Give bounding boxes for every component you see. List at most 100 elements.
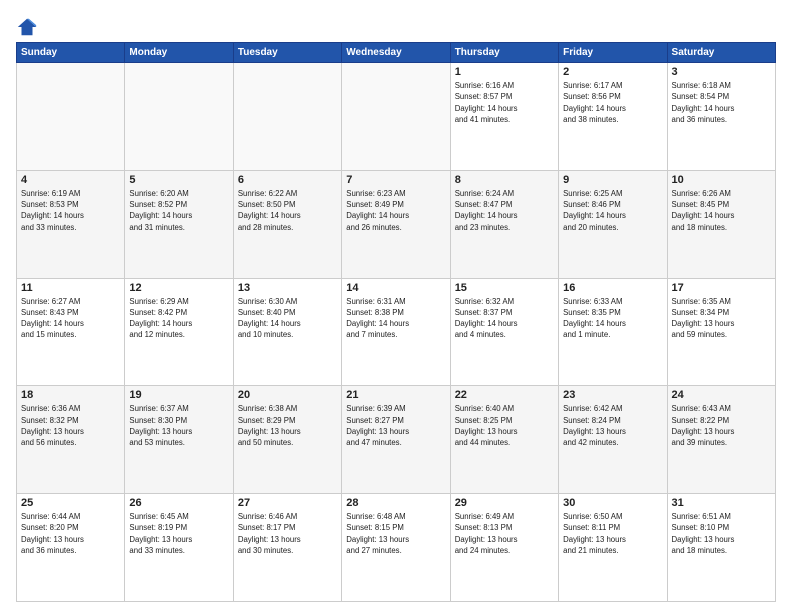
day-info: Sunrise: 6:45 AM Sunset: 8:19 PM Dayligh… bbox=[129, 511, 228, 556]
calendar-week-1: 1 Sunrise: 6:16 AM Sunset: 8:57 PM Daylig… bbox=[17, 63, 776, 171]
day-info: Sunrise: 6:27 AM Sunset: 8:43 PM Dayligh… bbox=[21, 296, 120, 341]
day-number: 12 bbox=[129, 282, 228, 294]
calendar-cell: 16 Sunrise: 6:33 AM Sunset: 8:35 PM Dayli… bbox=[559, 278, 667, 386]
day-info: Sunrise: 6:30 AM Sunset: 8:40 PM Dayligh… bbox=[238, 296, 337, 341]
calendar-cell: 5 Sunrise: 6:20 AM Sunset: 8:52 PM Daylig… bbox=[125, 170, 233, 278]
day-info: Sunrise: 6:24 AM Sunset: 8:47 PM Dayligh… bbox=[455, 188, 554, 233]
day-info: Sunrise: 6:16 AM Sunset: 8:57 PM Dayligh… bbox=[455, 80, 554, 125]
calendar-cell: 21 Sunrise: 6:39 AM Sunset: 8:27 PM Dayli… bbox=[342, 386, 450, 494]
calendar-cell: 7Sunrise: 6:23 AM Sunset: 8:49 PM Daylig… bbox=[342, 170, 450, 278]
calendar-cell: 20Sunrise: 6:38 AM Sunset: 8:29 PM Dayli… bbox=[233, 386, 341, 494]
calendar-week-3: 11 Sunrise: 6:27 AM Sunset: 8:43 PM Dayli… bbox=[17, 278, 776, 386]
day-number: 14 bbox=[346, 282, 445, 294]
calendar-header-sunday: Sunday bbox=[17, 43, 125, 63]
day-info: Sunrise: 6:51 AM Sunset: 8:10 PM Dayligh… bbox=[672, 511, 771, 556]
calendar-cell: 23 Sunrise: 6:42 AM Sunset: 8:24 PM Dayli… bbox=[559, 386, 667, 494]
day-info: Sunrise: 6:22 AM Sunset: 8:50 PM Dayligh… bbox=[238, 188, 337, 233]
day-number: 5 bbox=[129, 174, 228, 186]
day-number: 3 bbox=[672, 66, 771, 78]
day-info: Sunrise: 6:42 AM Sunset: 8:24 PM Dayligh… bbox=[563, 403, 662, 448]
calendar-header-tuesday: Tuesday bbox=[233, 43, 341, 63]
day-number: 4 bbox=[21, 174, 120, 186]
day-number: 19 bbox=[129, 389, 228, 401]
calendar-cell: 12Sunrise: 6:29 AM Sunset: 8:42 PM Dayli… bbox=[125, 278, 233, 386]
calendar-cell bbox=[342, 63, 450, 171]
calendar-cell: 24 Sunrise: 6:43 AM Sunset: 8:22 PM Dayli… bbox=[667, 386, 775, 494]
calendar-cell: 14 Sunrise: 6:31 AM Sunset: 8:38 PM Dayli… bbox=[342, 278, 450, 386]
day-info: Sunrise: 6:18 AM Sunset: 8:54 PM Dayligh… bbox=[672, 80, 771, 125]
day-number: 17 bbox=[672, 282, 771, 294]
calendar-cell: 19 Sunrise: 6:37 AM Sunset: 8:30 PM Dayli… bbox=[125, 386, 233, 494]
calendar-cell: 4Sunrise: 6:19 AM Sunset: 8:53 PM Daylig… bbox=[17, 170, 125, 278]
calendar-cell: 26Sunrise: 6:45 AM Sunset: 8:19 PM Dayli… bbox=[125, 494, 233, 602]
calendar-cell: 22 Sunrise: 6:40 AM Sunset: 8:25 PM Dayli… bbox=[450, 386, 558, 494]
day-info: Sunrise: 6:20 AM Sunset: 8:52 PM Dayligh… bbox=[129, 188, 228, 233]
day-info: Sunrise: 6:44 AM Sunset: 8:20 PM Dayligh… bbox=[21, 511, 120, 556]
day-info: Sunrise: 6:26 AM Sunset: 8:45 PM Dayligh… bbox=[672, 188, 771, 233]
day-info: Sunrise: 6:23 AM Sunset: 8:49 PM Dayligh… bbox=[346, 188, 445, 233]
day-info: Sunrise: 6:48 AM Sunset: 8:15 PM Dayligh… bbox=[346, 511, 445, 556]
calendar-cell: 1 Sunrise: 6:16 AM Sunset: 8:57 PM Daylig… bbox=[450, 63, 558, 171]
day-number: 29 bbox=[455, 497, 554, 509]
day-info: Sunrise: 6:39 AM Sunset: 8:27 PM Dayligh… bbox=[346, 403, 445, 448]
calendar-cell: 25 Sunrise: 6:44 AM Sunset: 8:20 PM Dayli… bbox=[17, 494, 125, 602]
day-info: Sunrise: 6:38 AM Sunset: 8:29 PM Dayligh… bbox=[238, 403, 337, 448]
calendar-header-monday: Monday bbox=[125, 43, 233, 63]
day-info: Sunrise: 6:33 AM Sunset: 8:35 PM Dayligh… bbox=[563, 296, 662, 341]
day-number: 1 bbox=[455, 66, 554, 78]
day-number: 31 bbox=[672, 497, 771, 509]
day-number: 30 bbox=[563, 497, 662, 509]
day-info: Sunrise: 6:46 AM Sunset: 8:17 PM Dayligh… bbox=[238, 511, 337, 556]
calendar-cell: 15 Sunrise: 6:32 AM Sunset: 8:37 PM Dayli… bbox=[450, 278, 558, 386]
calendar-cell: 11 Sunrise: 6:27 AM Sunset: 8:43 PM Dayli… bbox=[17, 278, 125, 386]
calendar-cell bbox=[233, 63, 341, 171]
calendar-header-friday: Friday bbox=[559, 43, 667, 63]
day-number: 23 bbox=[563, 389, 662, 401]
day-number: 27 bbox=[238, 497, 337, 509]
day-number: 18 bbox=[21, 389, 120, 401]
day-info: Sunrise: 6:37 AM Sunset: 8:30 PM Dayligh… bbox=[129, 403, 228, 448]
page: SundayMondayTuesdayWednesdayThursdayFrid… bbox=[0, 0, 792, 612]
calendar-cell: 10 Sunrise: 6:26 AM Sunset: 8:45 PM Dayli… bbox=[667, 170, 775, 278]
day-number: 24 bbox=[672, 389, 771, 401]
day-info: Sunrise: 6:36 AM Sunset: 8:32 PM Dayligh… bbox=[21, 403, 120, 448]
calendar-cell: 27 Sunrise: 6:46 AM Sunset: 8:17 PM Dayli… bbox=[233, 494, 341, 602]
day-number: 13 bbox=[238, 282, 337, 294]
day-number: 10 bbox=[672, 174, 771, 186]
day-info: Sunrise: 6:49 AM Sunset: 8:13 PM Dayligh… bbox=[455, 511, 554, 556]
calendar-header-thursday: Thursday bbox=[450, 43, 558, 63]
day-number: 15 bbox=[455, 282, 554, 294]
logo bbox=[16, 16, 40, 38]
calendar-cell: 8 Sunrise: 6:24 AM Sunset: 8:47 PM Daylig… bbox=[450, 170, 558, 278]
day-info: Sunrise: 6:31 AM Sunset: 8:38 PM Dayligh… bbox=[346, 296, 445, 341]
day-number: 8 bbox=[455, 174, 554, 186]
calendar-cell: 17 Sunrise: 6:35 AM Sunset: 8:34 PM Dayli… bbox=[667, 278, 775, 386]
day-info: Sunrise: 6:35 AM Sunset: 8:34 PM Dayligh… bbox=[672, 296, 771, 341]
day-number: 21 bbox=[346, 389, 445, 401]
calendar-cell: 30Sunrise: 6:50 AM Sunset: 8:11 PM Dayli… bbox=[559, 494, 667, 602]
calendar-cell: 31 Sunrise: 6:51 AM Sunset: 8:10 PM Dayli… bbox=[667, 494, 775, 602]
calendar-week-2: 4Sunrise: 6:19 AM Sunset: 8:53 PM Daylig… bbox=[17, 170, 776, 278]
day-info: Sunrise: 6:25 AM Sunset: 8:46 PM Dayligh… bbox=[563, 188, 662, 233]
day-number: 2 bbox=[563, 66, 662, 78]
calendar-cell: 13 Sunrise: 6:30 AM Sunset: 8:40 PM Dayli… bbox=[233, 278, 341, 386]
calendar-cell bbox=[17, 63, 125, 171]
day-number: 22 bbox=[455, 389, 554, 401]
calendar-cell: 18 Sunrise: 6:36 AM Sunset: 8:32 PM Dayli… bbox=[17, 386, 125, 494]
day-info: Sunrise: 6:40 AM Sunset: 8:25 PM Dayligh… bbox=[455, 403, 554, 448]
day-info: Sunrise: 6:32 AM Sunset: 8:37 PM Dayligh… bbox=[455, 296, 554, 341]
calendar-cell: 28 Sunrise: 6:48 AM Sunset: 8:15 PM Dayli… bbox=[342, 494, 450, 602]
header bbox=[16, 12, 776, 38]
day-number: 16 bbox=[563, 282, 662, 294]
day-number: 25 bbox=[21, 497, 120, 509]
calendar-cell bbox=[125, 63, 233, 171]
day-number: 9 bbox=[563, 174, 662, 186]
day-info: Sunrise: 6:43 AM Sunset: 8:22 PM Dayligh… bbox=[672, 403, 771, 448]
logo-icon bbox=[16, 16, 38, 38]
day-number: 28 bbox=[346, 497, 445, 509]
calendar-cell: 9 Sunrise: 6:25 AM Sunset: 8:46 PM Daylig… bbox=[559, 170, 667, 278]
day-number: 11 bbox=[21, 282, 120, 294]
calendar-cell: 2Sunrise: 6:17 AM Sunset: 8:56 PM Daylig… bbox=[559, 63, 667, 171]
calendar-week-5: 25 Sunrise: 6:44 AM Sunset: 8:20 PM Dayli… bbox=[17, 494, 776, 602]
calendar-header-saturday: Saturday bbox=[667, 43, 775, 63]
